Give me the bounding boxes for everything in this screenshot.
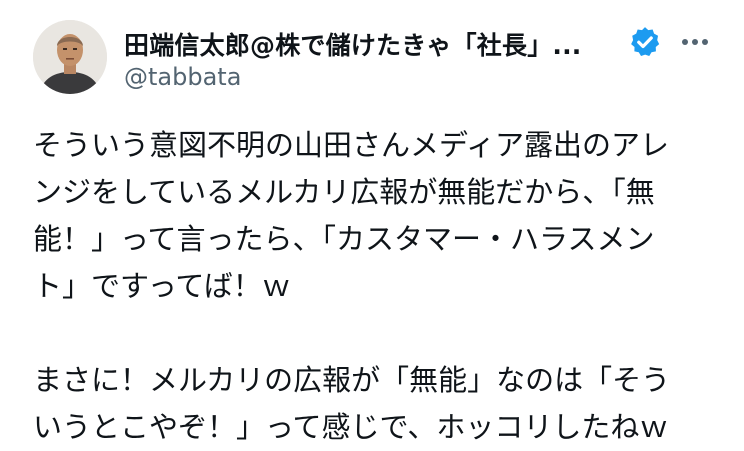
verified-badge-icon	[631, 27, 660, 57]
author-display-name[interactable]: 田端信太郎@株で儲けたきゃ「社長」...	[124, 26, 582, 62]
avatar[interactable]	[33, 20, 107, 94]
tweet-line: いうとこやぞ！」って感じで、ホッコリしたねｗ	[33, 410, 669, 444]
tweet-line: まさに！メルカリの広報が「無能」なのは「そう	[33, 363, 671, 397]
tweet-card: 田端信太郎@株で儲けたきゃ「社長」... @tabbata そういう意図不明の山…	[0, 0, 744, 447]
tweet-text: そういう意図不明の山田さんメディア露出のアレ ンジをしているメルカリ広報が無能だ…	[33, 122, 733, 451]
tweet-line: 能！」って言ったら、「カスタマー・ハラスメン	[33, 222, 655, 256]
tweet-line: そういう意図不明の山田さんメディア露出のアレ	[33, 128, 669, 162]
tweet-line: ンジをしているメルカリ広報が無能だから、「無	[33, 175, 655, 209]
avatar-image	[33, 20, 107, 94]
more-options-icon[interactable]	[675, 30, 715, 54]
tweet-line: ト」ですってば！ｗ	[33, 269, 291, 303]
author-handle[interactable]: @tabbata	[124, 63, 241, 91]
